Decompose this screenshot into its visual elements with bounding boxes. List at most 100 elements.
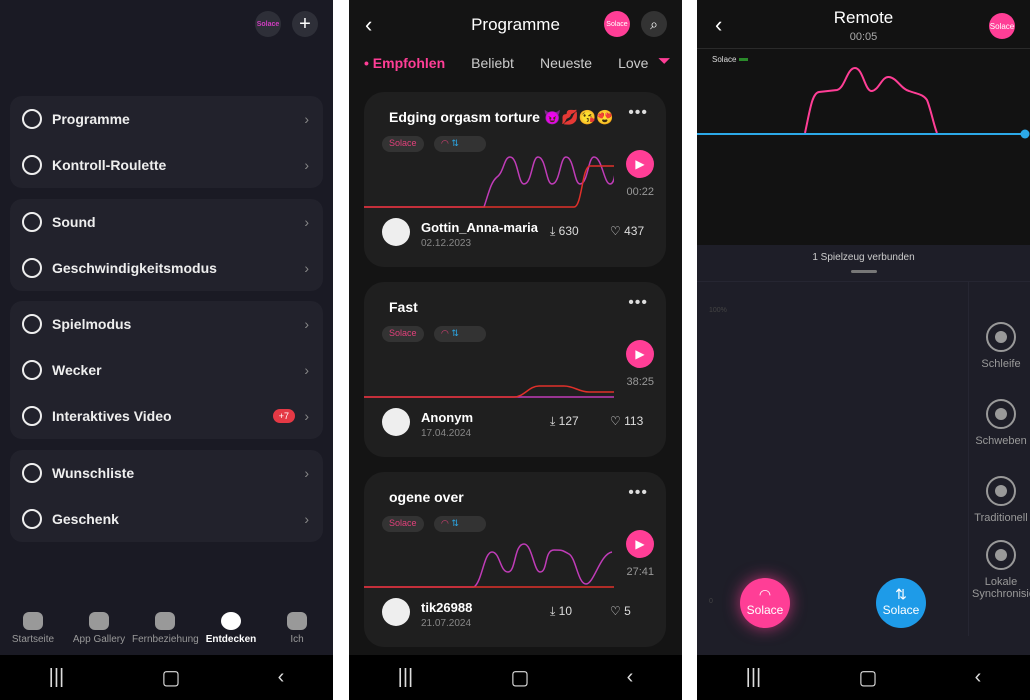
program-card[interactable]: Fast ••• Solace ◠ ⇅ ▶ 38:25 Anonym 17.04… — [364, 282, 666, 457]
recents-button[interactable]: ||| — [49, 666, 65, 689]
axis-label-min: 0 — [709, 598, 713, 605]
like-count[interactable]: ♡ 5 — [610, 604, 631, 618]
menu-item-spielmodus[interactable]: Spielmodus › — [10, 301, 323, 347]
avatar[interactable] — [382, 598, 410, 626]
program-card[interactable]: Edging orgasm torture 😈💋😘😍 ••• Solace ◠ … — [364, 92, 666, 267]
more-icon[interactable]: ••• — [628, 484, 648, 502]
speed-mode-button[interactable]: ◠ Solace — [740, 578, 790, 628]
chevron-right-icon: › — [304, 111, 309, 127]
thrust-mode-button[interactable]: ⇅ Solace — [876, 578, 926, 628]
thrust-icon: ⇅ — [895, 586, 907, 602]
nav-startseite[interactable]: Startseite — [0, 612, 66, 645]
program-preview-graph — [364, 156, 614, 208]
toy-chip[interactable]: Solace — [989, 13, 1015, 39]
publish-date: 02.12.2023 — [421, 238, 472, 249]
page-title: Remote — [833, 8, 894, 27]
menu-item-sound[interactable]: Sound › — [10, 199, 323, 245]
search-icon[interactable]: ⌕ — [641, 11, 667, 37]
download-count[interactable]: ⤓ 630 — [550, 224, 579, 239]
author-name[interactable]: Anonym — [421, 410, 473, 425]
menu-item-interaktives-video[interactable]: Interaktives Video +7 › — [10, 393, 323, 439]
tab-popular[interactable]: Beliebt — [471, 55, 514, 71]
menu-group: Sound › Geschwindigkeitsmodus › — [10, 199, 323, 291]
chevron-right-icon: › — [304, 511, 309, 527]
clock-icon — [22, 360, 42, 380]
tab-recommended[interactable]: • Empfohlen — [364, 55, 445, 71]
home-icon — [23, 612, 43, 630]
program-preview-graph — [364, 385, 614, 398]
author-name[interactable]: tik26988 — [421, 600, 472, 615]
nav-fernbeziehung[interactable]: Fernbeziehung — [132, 612, 199, 645]
menu-item-kontroll-roulette[interactable]: Kontroll-Roulette › — [10, 142, 323, 188]
download-icon: ⤓ — [550, 224, 556, 238]
toy-chip[interactable]: Solace — [255, 11, 281, 37]
menu-item-geschwindigkeitsmodus[interactable]: Geschwindigkeitsmodus › — [10, 245, 323, 291]
play-button[interactable]: ▶ — [626, 150, 654, 178]
download-icon: ⤓ — [550, 604, 556, 618]
home-button[interactable]: ▢ — [858, 665, 877, 690]
more-icon[interactable]: ••• — [628, 294, 648, 312]
back-button[interactable]: ‹ — [278, 666, 285, 689]
system-nav: ||| ▢ ‹ — [0, 655, 333, 700]
chevron-right-icon: › — [304, 260, 309, 276]
download-icon: ⤓ — [550, 414, 556, 428]
author-name[interactable]: Gottin_Anna-maria — [421, 220, 538, 235]
like-count[interactable]: ♡ 437 — [610, 224, 644, 238]
sliders-icon — [986, 476, 1016, 506]
download-count[interactable]: ⤓ 10 — [550, 604, 572, 619]
back-button[interactable]: ‹ — [975, 666, 982, 689]
drag-handle[interactable] — [851, 270, 877, 273]
live-waveform — [697, 66, 1030, 139]
add-button[interactable]: + — [292, 11, 318, 37]
page-title: Programme — [471, 15, 560, 34]
play-button[interactable]: ▶ — [626, 340, 654, 368]
toy-chip[interactable]: Solace — [604, 11, 630, 37]
heart-icon: ♡ — [610, 414, 621, 428]
play-button[interactable]: ▶ — [626, 530, 654, 558]
publish-date: 17.04.2024 — [421, 428, 472, 439]
play-circle-icon — [22, 406, 42, 426]
mode-loop[interactable]: Schleife — [972, 322, 1030, 370]
chevron-right-icon: › — [304, 316, 309, 332]
timeline-handle — [1020, 129, 1030, 139]
filter-icon[interactable]: ⏷ — [658, 53, 671, 71]
gift-icon — [22, 509, 42, 529]
menu-item-geschenk[interactable]: Geschenk › — [10, 496, 323, 542]
heart-icon — [22, 463, 42, 483]
mode-sync[interactable]: Lokale Synchronisierung — [972, 540, 1030, 600]
discover-screen: Solace + Programme › Kontroll-Roulette ›… — [0, 0, 333, 700]
nav-app-gallery[interactable]: App Gallery — [66, 612, 132, 645]
store-icon — [89, 612, 109, 630]
wave-icon — [22, 109, 42, 129]
new-badge: +7 — [272, 409, 295, 423]
back-button[interactable]: ‹ — [627, 666, 634, 689]
mode-hover[interactable]: Schweben — [972, 399, 1030, 447]
home-button[interactable]: ▢ — [510, 665, 529, 690]
gamepad-icon — [22, 314, 42, 334]
speedometer-icon: ◠ — [758, 586, 772, 602]
tab-newest[interactable]: Neueste — [540, 55, 592, 71]
publish-date: 21.07.2024 — [421, 618, 472, 629]
recents-button[interactable]: ||| — [398, 666, 414, 689]
duration: 38:25 — [626, 376, 654, 388]
program-card[interactable]: ogene over ••• Solace ◠ ⇅ ▶ 27:41 tik269… — [364, 472, 666, 647]
menu-item-programme[interactable]: Programme › — [10, 96, 323, 142]
mode-sliders[interactable]: Traditionell — [972, 476, 1030, 524]
home-button[interactable]: ▢ — [161, 665, 180, 690]
system-nav: ||| ▢ ‹ — [697, 655, 1030, 700]
loop-icon — [986, 322, 1016, 352]
avatar[interactable] — [382, 218, 410, 246]
download-count[interactable]: ⤓ 127 — [550, 414, 579, 429]
menu-item-wecker[interactable]: Wecker › — [10, 347, 323, 393]
more-icon[interactable]: ••• — [628, 104, 648, 122]
tab-love[interactable]: Love — [618, 55, 648, 71]
chevron-right-icon: › — [304, 408, 309, 424]
nav-entdecken[interactable]: Entdecken — [198, 612, 264, 645]
recents-button[interactable]: ||| — [746, 666, 762, 689]
menu-group: Spielmodus › Wecker › Interaktives Video… — [10, 301, 323, 439]
nav-ich[interactable]: Ich — [264, 612, 330, 645]
like-count[interactable]: ♡ 113 — [610, 414, 643, 428]
chevron-right-icon: › — [304, 214, 309, 230]
avatar[interactable] — [382, 408, 410, 436]
menu-item-wunschliste[interactable]: Wunschliste › — [10, 450, 323, 496]
